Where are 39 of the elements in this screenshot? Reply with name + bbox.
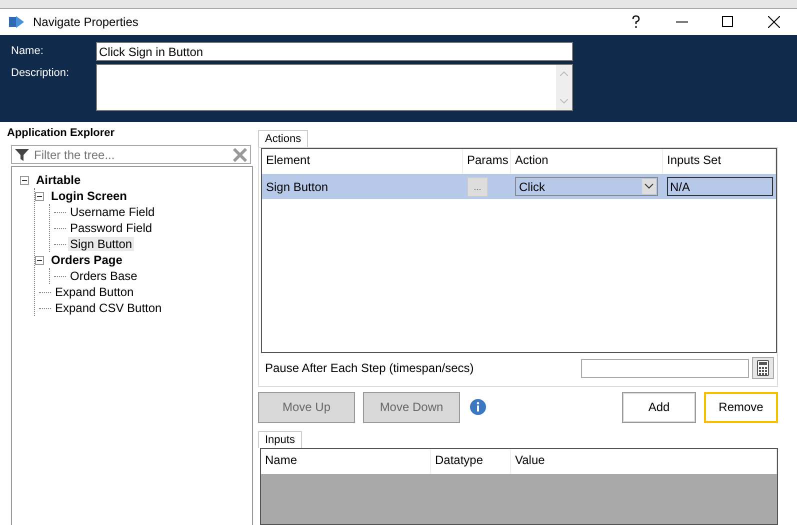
tree-item[interactable]: Password Field xyxy=(68,221,154,235)
filter-icon xyxy=(15,148,29,162)
maximize-icon xyxy=(722,16,734,28)
name-label: Name: xyxy=(11,44,44,59)
calculator-button[interactable] xyxy=(752,357,774,379)
inputs-set-field[interactable]: N/A xyxy=(667,177,773,196)
help-icon xyxy=(631,15,641,29)
pause-field[interactable] xyxy=(581,358,749,378)
tree-item[interactable]: Orders Base xyxy=(68,269,140,283)
tree-item[interactable]: Expand CSV Button xyxy=(53,301,164,315)
panel-title: Application Explorer xyxy=(7,127,116,139)
description-field[interactable] xyxy=(96,64,573,111)
close-icon xyxy=(768,16,780,28)
clear-icon[interactable] xyxy=(233,148,247,162)
dropdown-caret-icon[interactable] xyxy=(642,179,656,194)
window-title: Navigate Properties xyxy=(33,15,138,29)
inputs-tab[interactable]: Inputs xyxy=(258,431,302,448)
params-button[interactable]: ... xyxy=(467,176,488,196)
tree-item[interactable]: Username Field xyxy=(68,205,157,219)
tree-item[interactable]: Sign Button xyxy=(68,237,134,251)
collapse-icon[interactable] xyxy=(35,192,44,200)
name-field[interactable]: Click Sign in Button xyxy=(96,42,573,61)
filter-field[interactable]: Filter the tree... xyxy=(11,145,251,164)
actions-tab[interactable]: Actions xyxy=(258,130,308,147)
tree-item[interactable]: Orders Page xyxy=(49,253,124,267)
tree-item[interactable]: Expand Button xyxy=(53,285,136,299)
element-cell-text: Sign Button xyxy=(265,178,330,196)
collapse-icon[interactable] xyxy=(35,256,44,264)
action-button[interactable]: Add xyxy=(622,392,696,422)
action-row[interactable]: Sign Button ... Click N/A xyxy=(262,174,776,199)
collapse-icon[interactable] xyxy=(20,176,29,184)
description-label: Description: xyxy=(11,66,70,81)
action-dropdown[interactable]: Click xyxy=(515,177,658,196)
app-icon xyxy=(9,15,25,29)
pause-label: Pause After Each Step (timespan/secs) xyxy=(265,361,474,375)
info-icon[interactable] xyxy=(470,399,486,415)
tree-item[interactable]: Airtable xyxy=(34,173,83,187)
tree-item[interactable]: Login Screen xyxy=(49,189,130,203)
action-button[interactable]: Remove xyxy=(704,392,778,422)
